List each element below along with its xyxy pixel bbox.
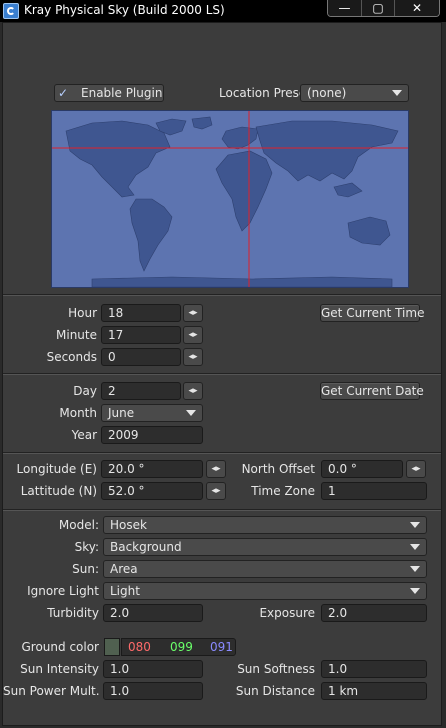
sun-power-input[interactable]: 1.0	[103, 682, 203, 700]
ignore-light-dropdown[interactable]: Light	[103, 582, 427, 600]
location-preset-dropdown[interactable]: (none)	[300, 84, 409, 102]
turbidity-input[interactable]: 2.0	[103, 604, 203, 622]
divider	[3, 452, 441, 454]
ignore-light-label: Ignore Light	[27, 584, 99, 598]
sun-intensity-label: Sun Intensity	[20, 662, 99, 676]
chevron-down-icon	[186, 410, 196, 416]
sun-value: Area	[110, 562, 138, 576]
arrows-horizontal-icon[interactable]: ◂▸	[183, 326, 203, 344]
seconds-label: Seconds	[46, 350, 97, 364]
hour-input[interactable]: 18	[101, 304, 181, 322]
latitude-label: Lattitude (N)	[20, 484, 97, 498]
north-offset-label: North Offset	[241, 462, 315, 476]
enable-plugin-label: Enable Plugin	[81, 86, 163, 100]
sun-label: Sun:	[72, 562, 99, 576]
world-map[interactable]	[51, 110, 409, 288]
ground-color-swatch[interactable]	[104, 638, 120, 656]
longitude-input[interactable]: 20.0 °	[101, 460, 203, 478]
minute-input[interactable]: 17	[101, 326, 181, 344]
divider	[3, 373, 441, 375]
minute-label: Minute	[56, 328, 97, 342]
month-label: Month	[59, 406, 97, 420]
chevron-down-icon	[392, 90, 402, 96]
sky-value: Background	[110, 540, 182, 554]
sun-softness-input[interactable]: 1.0	[321, 660, 427, 678]
window-controls: — ▢ ✕	[327, 0, 440, 17]
maximize-button[interactable]: ▢	[361, 0, 394, 16]
ground-color-field[interactable]: 080 099 091	[121, 638, 236, 656]
year-input[interactable]: 2009	[101, 426, 203, 444]
time-zone-input[interactable]: 1	[321, 482, 427, 500]
sun-dropdown[interactable]: Area	[103, 560, 427, 578]
model-dropdown[interactable]: Hosek	[103, 516, 427, 534]
location-preset-value: (none)	[307, 86, 347, 100]
title-bar: Kray Physical Sky (Build 2000 LS) — ▢ ✕	[0, 0, 446, 22]
chevron-down-icon	[410, 522, 420, 528]
close-button[interactable]: ✕	[394, 0, 439, 16]
hour-label: Hour	[68, 306, 97, 320]
minimize-button[interactable]: —	[328, 0, 361, 16]
chevron-down-icon	[410, 588, 420, 594]
longitude-label: Longitude (E)	[16, 462, 97, 476]
ground-color-red[interactable]: 080	[128, 639, 151, 655]
day-input[interactable]: 2	[101, 382, 181, 400]
arrows-horizontal-icon[interactable]: ◂▸	[206, 460, 226, 478]
ground-color-green[interactable]: 099	[170, 639, 193, 655]
exposure-input[interactable]: 2.0	[321, 604, 427, 622]
chevron-down-icon	[410, 566, 420, 572]
latitude-input[interactable]: 52.0 °	[101, 482, 203, 500]
chevron-down-icon	[410, 544, 420, 550]
arrows-horizontal-icon[interactable]: ◂▸	[183, 348, 203, 366]
app-icon	[3, 3, 19, 19]
year-label: Year	[71, 428, 97, 442]
location-preset-label: Location Preset	[219, 86, 311, 100]
sun-power-label: Sun Power Mult.	[3, 684, 100, 698]
arrows-horizontal-icon[interactable]: ◂▸	[183, 382, 203, 400]
sun-distance-input[interactable]: 1 km	[321, 682, 427, 700]
window-title: Kray Physical Sky (Build 2000 LS)	[24, 3, 225, 17]
main-panel: ✓ Enable Plugin Location Preset (none) H…	[2, 22, 442, 726]
sun-intensity-input[interactable]: 1.0	[103, 660, 203, 678]
north-offset-input[interactable]: 0.0 °	[321, 460, 403, 478]
ground-color-blue[interactable]: 091	[210, 639, 233, 655]
month-dropdown[interactable]: June	[101, 404, 203, 422]
get-current-date-button[interactable]: Get Current Date	[320, 382, 424, 400]
sun-distance-label: Sun Distance	[235, 684, 315, 698]
checkmark-icon: ✓	[58, 86, 69, 100]
month-value: June	[108, 406, 135, 420]
day-label: Day	[73, 384, 97, 398]
arrows-horizontal-icon[interactable]: ◂▸	[206, 482, 226, 500]
world-map-graphic	[52, 111, 408, 287]
time-zone-label: Time Zone	[251, 484, 315, 498]
turbidity-label: Turbidity	[47, 606, 99, 620]
arrows-horizontal-icon[interactable]: ◂▸	[406, 460, 426, 478]
sky-label: Sky:	[74, 540, 99, 554]
ground-color-label: Ground color	[21, 640, 99, 654]
enable-plugin-checkbox[interactable]: ✓ Enable Plugin	[54, 84, 164, 102]
model-value: Hosek	[110, 518, 147, 532]
sky-dropdown[interactable]: Background	[103, 538, 427, 556]
divider	[3, 509, 441, 511]
exposure-label: Exposure	[259, 606, 315, 620]
divider	[3, 294, 441, 296]
ignore-light-value: Light	[110, 584, 140, 598]
arrows-horizontal-icon[interactable]: ◂▸	[183, 304, 203, 322]
seconds-input[interactable]: 0	[101, 348, 181, 366]
get-current-time-button[interactable]: Get Current Time	[320, 304, 424, 322]
model-label: Model:	[58, 518, 99, 532]
sun-softness-label: Sun Softness	[237, 662, 315, 676]
